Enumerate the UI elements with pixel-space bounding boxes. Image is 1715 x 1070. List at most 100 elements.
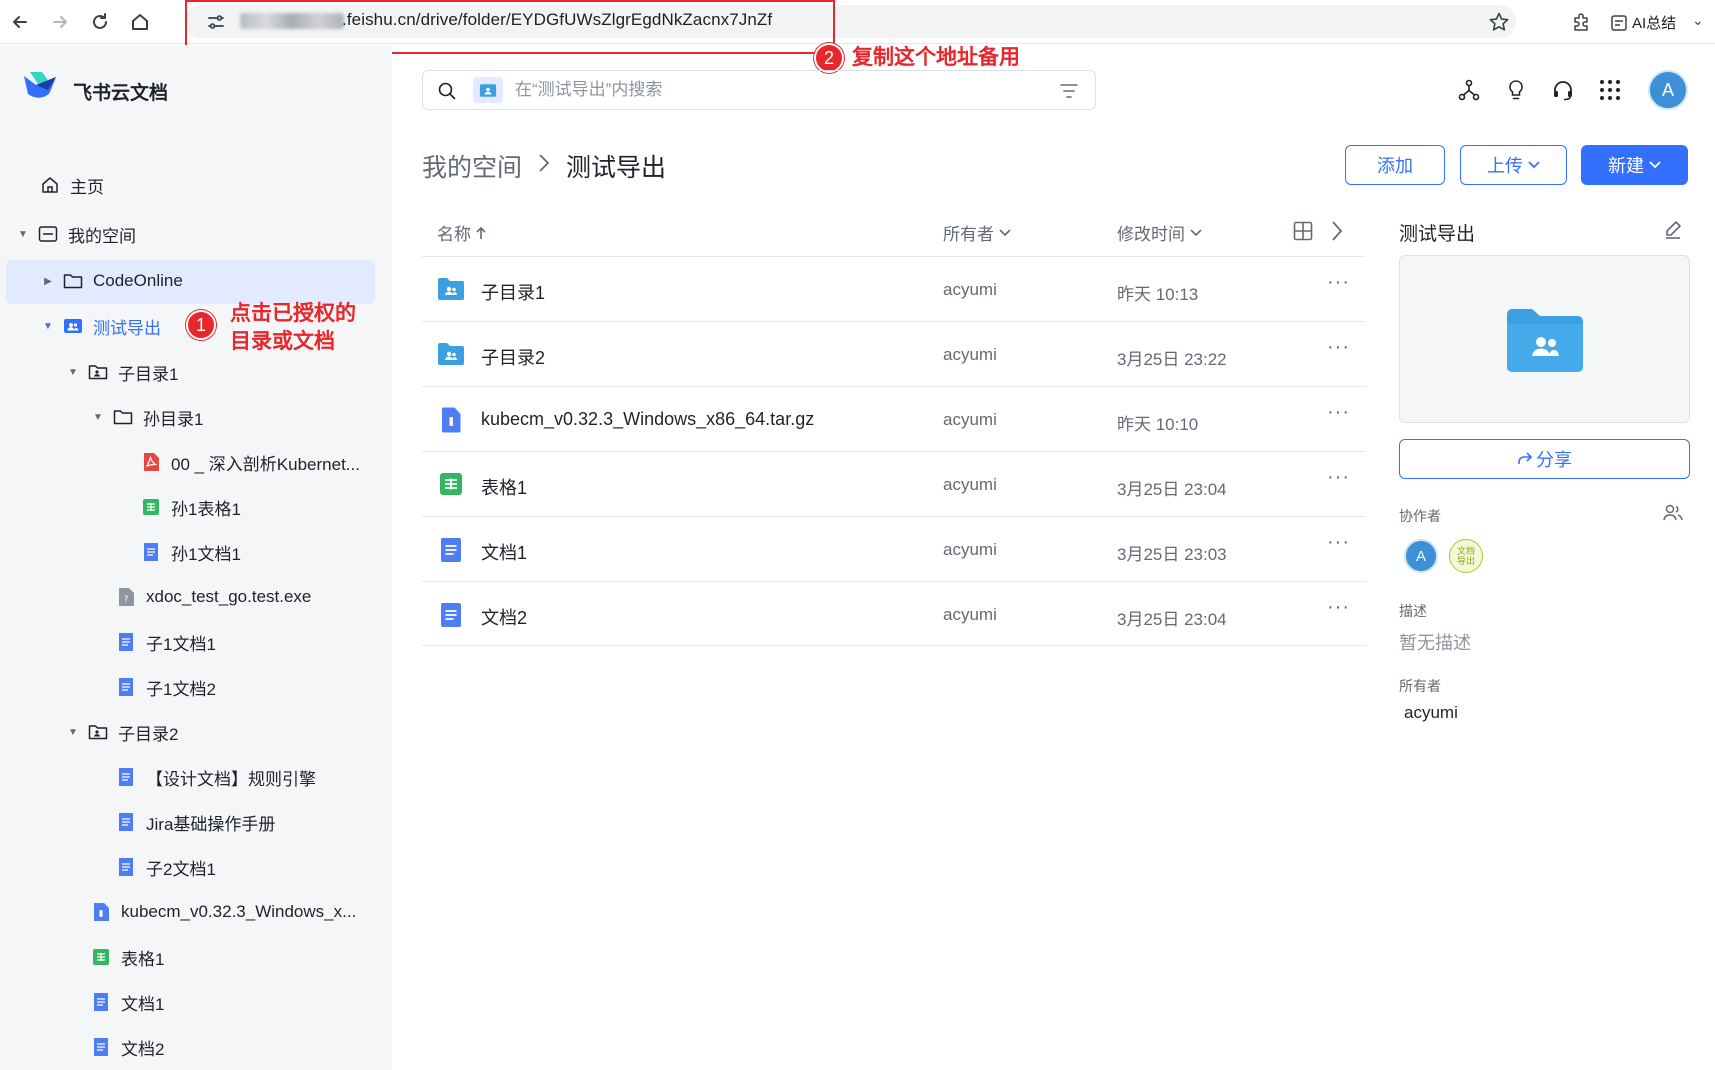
caret-down-icon[interactable]: ▼ — [91, 410, 105, 424]
tree-item-sub2-doc1[interactable]: 子2文档1 — [116, 847, 216, 887]
row-time: 3月25日 23:22 — [1117, 350, 1227, 369]
tree-item-grand-dir1[interactable]: ▼ 孙目录1 — [91, 397, 203, 437]
row-time: 昨天 10:13 — [1117, 285, 1199, 304]
upload-button[interactable]: 上传 — [1460, 145, 1567, 185]
more-options-icon[interactable]: ··· — [1327, 466, 1350, 489]
caret-down-icon[interactable]: ▼ — [41, 319, 55, 333]
bookmark-star-icon[interactable] — [1488, 11, 1510, 38]
folder-icon — [63, 271, 83, 291]
more-options-icon[interactable]: ··· — [1327, 596, 1350, 619]
more-options-icon[interactable]: ··· — [1327, 271, 1350, 294]
caret-down-icon[interactable]: ▼ — [16, 227, 30, 241]
file-icon — [91, 902, 111, 922]
table-row[interactable]: 文档1 acyumi 3月25日 23:03 ··· — [422, 516, 1365, 581]
search-box[interactable] — [422, 70, 1096, 110]
row-owner: acyumi — [943, 410, 997, 429]
share-button[interactable]: 分享 — [1399, 439, 1690, 479]
table-row[interactable]: 表格1 acyumi 3月25日 23:04 ··· — [422, 451, 1365, 516]
tree-item-sub1-doc2[interactable]: 子1文档2 — [116, 667, 216, 707]
table-row[interactable]: 文档2 acyumi 3月25日 23:04 ··· — [422, 581, 1365, 646]
apps-grid-icon[interactable] — [1594, 74, 1626, 106]
headset-icon[interactable] — [1547, 74, 1579, 106]
extensions-icon[interactable] — [1570, 11, 1592, 38]
table-row[interactable]: 子目录1 acyumi 昨天 10:13 ··· — [422, 256, 1365, 321]
collapse-panel-icon[interactable] — [1330, 220, 1344, 247]
share-button-label: 分享 — [1536, 450, 1572, 470]
doc-icon — [440, 537, 462, 568]
tree-item-doc1[interactable]: 文档1 — [91, 982, 164, 1022]
app-name: 飞书云文档 — [73, 83, 169, 104]
caret-right-icon[interactable]: ▶ — [41, 274, 55, 288]
caret-down-icon[interactable]: ▼ — [66, 725, 80, 739]
home-icon[interactable] — [126, 8, 154, 36]
lightbulb-icon[interactable] — [1500, 74, 1532, 106]
description-value[interactable]: 暂无描述 — [1399, 629, 1471, 655]
grid-view-icon[interactable] — [1293, 221, 1313, 246]
folder-preview — [1399, 255, 1690, 423]
edit-pencil-icon[interactable] — [1663, 219, 1683, 244]
table-row[interactable]: 子目录2 acyumi 3月25日 23:22 ··· — [422, 321, 1365, 386]
tree-item-codeonline[interactable]: ▶ CodeOnline — [41, 261, 183, 301]
sidebar-item-label: 我的空间 — [68, 226, 136, 246]
ai-summary-label: AI总结 — [1632, 15, 1677, 32]
tree-item-sub1-doc1[interactable]: 子1文档1 — [116, 622, 216, 662]
tree-item-subdir2[interactable]: ▼ 子目录2 — [66, 712, 178, 752]
tree-item-label: 测试导出 — [93, 318, 161, 338]
tree-item-test-export[interactable]: ▼ 测试导出 — [41, 306, 161, 346]
caret-down-icon[interactable]: ▼ — [66, 365, 80, 379]
forward-icon[interactable] — [46, 8, 74, 36]
manage-collaborators-icon[interactable] — [1663, 504, 1683, 527]
tree-item-doc2[interactable]: 文档2 — [91, 1027, 164, 1067]
annotation-text-1a: 点击已授权的 — [230, 302, 356, 325]
breadcrumb-parent[interactable]: 我的空间 — [422, 148, 522, 184]
tree-item-grand-sheet1[interactable]: 孙1表格1 — [141, 487, 241, 527]
row-name[interactable]: 子目录1 — [481, 279, 545, 305]
ai-summary-button[interactable]: AI总结 — [1610, 12, 1676, 33]
share-icon — [1518, 452, 1532, 464]
add-button[interactable]: 添加 — [1345, 145, 1445, 185]
row-name[interactable]: 文档2 — [481, 604, 527, 630]
feishu-docs-logo[interactable] — [22, 70, 58, 105]
tree-item-pdf[interactable]: 00 _ 深入剖析Kubernet... — [141, 442, 360, 482]
description-label: 描述 — [1399, 603, 1427, 619]
add-button-label: 添加 — [1377, 156, 1413, 176]
back-icon[interactable] — [6, 8, 34, 36]
filter-icon[interactable] — [1059, 81, 1079, 106]
new-button[interactable]: 新建 — [1581, 145, 1688, 185]
tree-item-kubecm[interactable]: kubecm_v0.32.3_Windows_x... — [91, 892, 356, 932]
more-options-icon[interactable]: ··· — [1327, 336, 1350, 359]
chevron-down-icon[interactable]: ⌄ — [1692, 12, 1704, 29]
row-name[interactable]: 表格1 — [481, 474, 527, 500]
reload-icon[interactable] — [86, 8, 114, 36]
doc-icon — [116, 632, 136, 652]
tree-item-exe[interactable]: ? xdoc_test_go.test.exe — [116, 577, 311, 617]
row-name[interactable]: 文档1 — [481, 539, 527, 565]
column-header-owner[interactable]: 所有者 — [943, 220, 1011, 245]
sidebar-item-my-space[interactable]: ▼ 我的空间 — [16, 214, 136, 254]
row-name[interactable]: 子目录2 — [481, 344, 545, 370]
tree-item-subdir1[interactable]: ▼ 子目录1 — [66, 352, 178, 392]
doc-icon — [91, 1037, 111, 1057]
collaborator-group-avatar[interactable]: 文档 导出 — [1449, 539, 1483, 573]
collaborator-avatar[interactable]: A — [1404, 539, 1438, 573]
tree-item-sheet1[interactable]: 表格1 — [91, 937, 164, 977]
network-icon[interactable] — [1453, 74, 1485, 106]
svg-text:?: ? — [124, 595, 129, 605]
tree-item-design-doc[interactable]: 【设计文档】规则引擎 — [116, 757, 316, 797]
shared-folder-icon — [437, 277, 465, 306]
tree-item-grand-doc1[interactable]: 孙1文档1 — [141, 532, 241, 572]
more-options-icon[interactable]: ··· — [1327, 401, 1350, 424]
sidebar-item-home[interactable]: 主页 — [40, 165, 104, 205]
tree-item-jira-manual[interactable]: Jira基础操作手册 — [116, 802, 275, 842]
user-avatar[interactable]: A — [1648, 70, 1688, 110]
annotation-text-2: 复制这个地址备用 — [852, 46, 1020, 69]
more-options-icon[interactable]: ··· — [1327, 531, 1350, 554]
chevron-down-icon — [1190, 228, 1202, 236]
row-name[interactable]: kubecm_v0.32.3_Windows_x86_64.tar.gz — [481, 409, 814, 430]
tree-item-label: 子1文档2 — [146, 679, 216, 699]
table-row[interactable]: kubecm_v0.32.3_Windows_x86_64.tar.gz acy… — [422, 386, 1365, 451]
column-header-name[interactable]: 名称 — [437, 220, 487, 245]
column-header-modified[interactable]: 修改时间 — [1117, 220, 1202, 245]
search-input[interactable] — [515, 79, 975, 101]
tree-item-label: 孙1文档1 — [171, 544, 241, 564]
